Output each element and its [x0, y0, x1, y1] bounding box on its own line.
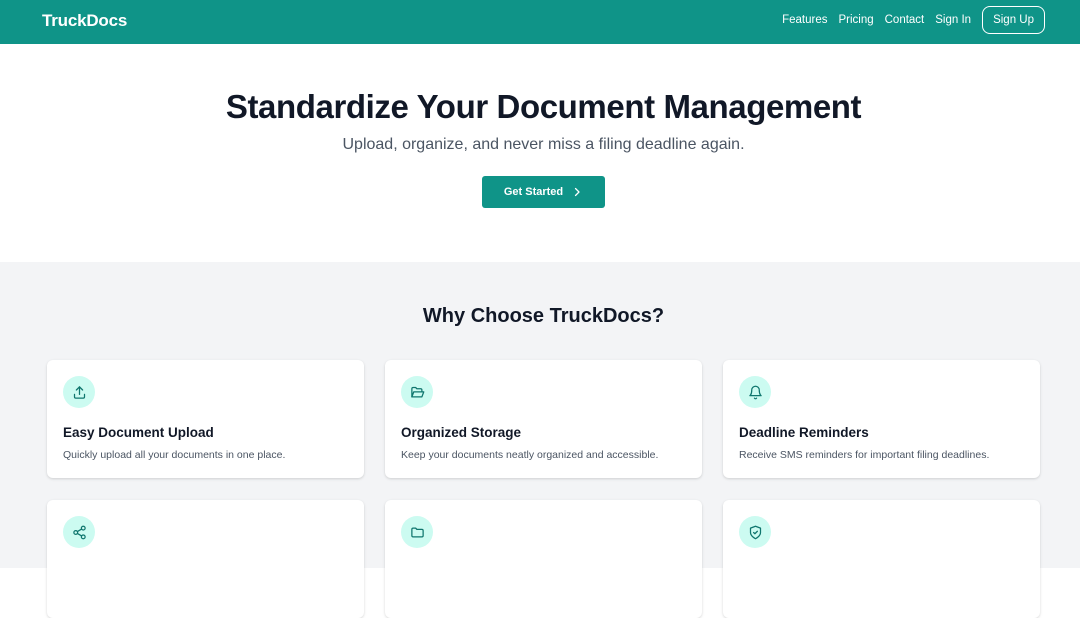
feature-card-title: Organized Storage — [401, 425, 522, 440]
hero-subtitle: Upload, organize, and never miss a filin… — [342, 136, 745, 153]
nav-link-sign-in[interactable]: Sign In — [935, 14, 971, 26]
hero-title: Standardize Your Document Management — [225, 88, 862, 125]
feature-card-desc: Quickly upload all your documents in one… — [63, 449, 286, 461]
nav-link-features[interactable]: Features — [782, 14, 827, 26]
feature-card-security — [723, 500, 1040, 618]
top-navbar: TruckDocs Features Pricing Contact Sign … — [0, 0, 1080, 44]
upload-icon — [63, 376, 95, 408]
shield-check-icon — [739, 516, 771, 548]
nav-link-pricing[interactable]: Pricing — [838, 14, 873, 26]
feature-card-desc: Receive SMS reminders for important fili… — [739, 449, 990, 461]
folder-open-icon — [401, 376, 433, 408]
features-section: Why Choose TruckDocs? Easy Document Uplo… — [0, 262, 1080, 618]
get-started-label: Get Started — [503, 186, 564, 198]
hero-section: Standardize Your Document Management Upl… — [0, 44, 1080, 262]
sign-up-button[interactable]: Sign Up — [982, 6, 1045, 34]
feature-card-folders — [385, 500, 702, 618]
folder-icon — [401, 516, 433, 548]
nav-links: Features Pricing Contact Sign In Sign Up — [771, 6, 1045, 34]
features-title: Why Choose TruckDocs? — [422, 305, 665, 327]
feature-card-storage: Organized Storage Keep your documents ne… — [385, 360, 702, 478]
brand-logo[interactable]: TruckDocs — [42, 11, 127, 31]
bell-icon — [739, 376, 771, 408]
feature-card-title: Deadline Reminders — [739, 425, 869, 440]
feature-card-upload: Easy Document Upload Quickly upload all … — [47, 360, 364, 478]
feature-card-title: Easy Document Upload — [63, 425, 214, 440]
feature-card-reminders: Deadline Reminders Receive SMS reminders… — [723, 360, 1040, 478]
nav-link-contact[interactable]: Contact — [885, 14, 925, 26]
feature-card-sharing — [47, 500, 364, 618]
get-started-button[interactable]: Get Started — [482, 176, 605, 208]
chevron-right-icon — [575, 187, 580, 197]
feature-card-desc: Keep your documents neatly organized and… — [401, 449, 659, 461]
share-icon — [63, 516, 95, 548]
